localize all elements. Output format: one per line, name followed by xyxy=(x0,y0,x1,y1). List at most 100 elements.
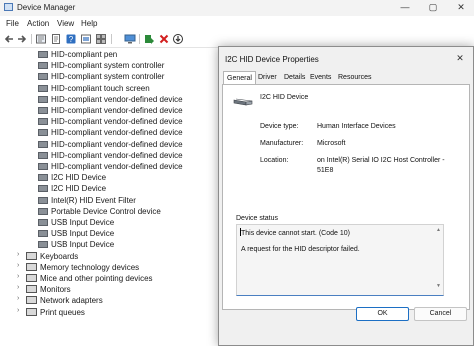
device-tree-item-label: HID-compliant vendor-defined device xyxy=(51,162,183,171)
device-tree-item-label: HID-compliant vendor-defined device xyxy=(51,128,183,138)
close-button[interactable]: ✕ xyxy=(448,0,474,14)
tab-general[interactable]: General xyxy=(223,71,256,85)
dialog-title: I2C HID Device Properties xyxy=(225,55,319,64)
device-tree-item-label: HID-compliant system controller xyxy=(51,61,165,71)
minimize-button[interactable]: — xyxy=(392,0,418,14)
device-status-group-title: Device status xyxy=(236,215,279,222)
tab-events[interactable]: Events xyxy=(307,71,334,84)
hid-device-icon xyxy=(38,163,48,170)
hid-device-icon xyxy=(38,207,48,215)
device-tree-item-label: I2C HID Device xyxy=(51,173,107,183)
hid-device-icon xyxy=(38,129,48,137)
hid-device-icon xyxy=(38,174,48,182)
scroll-up-arrow-icon[interactable]: ▲ xyxy=(436,227,441,233)
manufacturer-label: Manufacturer: xyxy=(260,140,304,147)
title-bar: Device Manager — ▢ ✕ xyxy=(0,0,474,16)
view-icon[interactable] xyxy=(80,33,92,45)
properties-sheet-icon[interactable] xyxy=(35,33,47,45)
properties-dialog: I2C HID Device Properties ✕ General Driv… xyxy=(218,46,474,346)
ok-button[interactable]: OK xyxy=(356,307,409,321)
hid-device-icon xyxy=(38,118,48,126)
tab-resources[interactable]: Resources xyxy=(335,71,374,84)
back-arrow-icon[interactable] xyxy=(3,33,15,45)
hid-device-icon xyxy=(38,73,48,81)
chevron-right-icon[interactable]: › xyxy=(17,307,19,314)
hid-device-icon xyxy=(38,241,48,249)
manufacturer-value: Microsoft xyxy=(317,140,346,147)
device-type-value: Human Interface Devices xyxy=(317,123,396,130)
device-category-label: Monitors xyxy=(40,285,71,295)
scan-hardware-monitor-icon[interactable] xyxy=(124,33,136,45)
device-type-label: Device type: xyxy=(260,123,299,130)
device-manager-icon xyxy=(4,3,13,11)
menu-file[interactable]: File xyxy=(6,19,19,28)
cancel-button[interactable]: Cancel xyxy=(414,307,467,321)
device-name: I2C HID Device xyxy=(260,94,309,101)
device-tree-item-label: Intel(R) HID Event Filter xyxy=(51,195,136,205)
keyboard-icon xyxy=(26,251,37,260)
hid-device-icon xyxy=(233,98,253,106)
device-tree-item-label: HID-compliant vendor-defined device xyxy=(51,94,183,104)
device-tree-item-label: USB Input Device xyxy=(51,218,115,227)
forward-arrow-icon[interactable] xyxy=(16,33,28,45)
menu-action[interactable]: Action xyxy=(27,19,49,28)
tab-details[interactable]: Details xyxy=(281,71,308,84)
device-tree-item-label: HID-compliant system controller xyxy=(51,72,165,82)
status-line-code: This device cannot start. (Code 10) xyxy=(241,230,350,237)
hid-device-icon xyxy=(38,140,48,148)
hid-device-icon xyxy=(38,219,48,226)
dialog-close-button[interactable]: ✕ xyxy=(453,51,467,65)
menu-view[interactable]: View xyxy=(57,19,74,28)
hid-device-icon xyxy=(38,107,48,114)
device-category-label: Print queues xyxy=(40,307,85,317)
device-tree-item-label: HID-compliant vendor-defined device xyxy=(51,150,183,160)
mouse-icon xyxy=(26,274,37,282)
device-status-textbox[interactable]: This device cannot start. (Code 10) A re… xyxy=(236,224,444,296)
hid-device-icon xyxy=(38,62,48,70)
hid-device-icon xyxy=(38,230,48,238)
toolbar-divider xyxy=(31,34,32,44)
device-category-label: Memory technology devices xyxy=(40,262,140,272)
disable-device-icon[interactable] xyxy=(172,33,184,45)
device-tree-item-label: HID-compliant touch screen xyxy=(51,83,150,93)
device-tree-item-label: USB Input Device xyxy=(51,229,115,239)
chevron-right-icon[interactable]: › xyxy=(17,273,19,280)
menu-help[interactable]: Help xyxy=(81,19,97,28)
device-tree-item-label: USB Input Device xyxy=(51,240,115,250)
network-adapter-icon xyxy=(26,296,37,305)
device-category-label: Keyboards xyxy=(40,251,79,261)
tab-driver[interactable]: Driver xyxy=(255,71,280,84)
chevron-right-icon[interactable]: › xyxy=(17,295,19,302)
memory-device-icon xyxy=(26,262,37,271)
toolbar-divider xyxy=(139,34,140,44)
general-tab-panel: I2C HID Device Device type: Human Interf… xyxy=(222,84,470,310)
update-driver-icon[interactable] xyxy=(143,33,155,45)
status-line-message: A request for the HID descriptor failed. xyxy=(241,246,360,253)
monitor-icon xyxy=(26,285,37,294)
maximize-button[interactable]: ▢ xyxy=(420,0,446,14)
scroll-down-arrow-icon[interactable]: ▼ xyxy=(436,283,441,289)
grid-icon[interactable] xyxy=(95,33,107,45)
device-category-label: Network adapters xyxy=(40,296,103,306)
location-value: on Intel(R) Serial IO I2C Host Controlle… xyxy=(317,157,445,174)
hid-device-icon xyxy=(38,51,48,58)
uninstall-x-icon[interactable] xyxy=(158,33,170,45)
svg-text:?: ? xyxy=(69,35,74,44)
hid-device-icon xyxy=(38,84,48,92)
chevron-right-icon[interactable]: › xyxy=(17,251,19,258)
location-label: Location: xyxy=(260,157,289,164)
device-tree-item-label: HID-compliant pen xyxy=(51,50,118,59)
hid-device-icon xyxy=(38,151,48,159)
device-category-label: Mice and other pointing devices xyxy=(40,274,153,283)
device-tree-item-label: I2C HID Device xyxy=(51,184,107,194)
hid-device-icon xyxy=(38,95,48,103)
tab-strip: General Driver Details Events Resources xyxy=(222,71,470,85)
window-title: Device Manager xyxy=(17,3,76,12)
chevron-right-icon[interactable]: › xyxy=(17,262,19,269)
chevron-right-icon[interactable]: › xyxy=(17,284,19,291)
document-list-icon[interactable] xyxy=(50,33,62,45)
help-icon[interactable]: ? xyxy=(65,33,77,45)
device-tree-item-label: HID-compliant vendor-defined device xyxy=(51,106,183,115)
printer-icon xyxy=(26,307,37,316)
device-tree-item-label: HID-compliant vendor-defined device xyxy=(51,139,183,149)
